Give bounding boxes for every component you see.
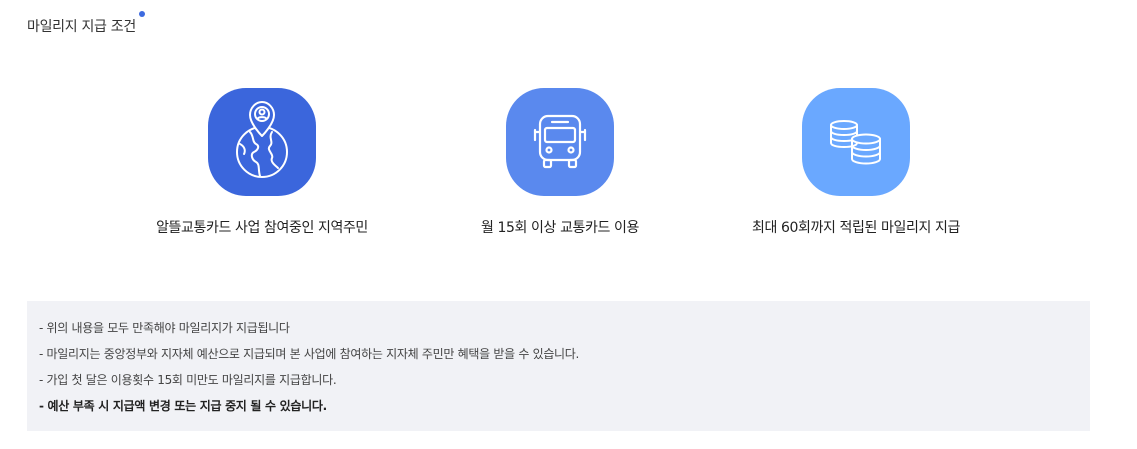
condition-item-mileage: 최대 60회까지 적립된 마일리지 지급 — [706, 88, 1006, 238]
notice-item: - 가입 첫 달은 이용횟수 15회 미만도 마일리지를 지급합니다. — [39, 373, 337, 387]
title-dot — [139, 11, 145, 17]
condition-item-usage: 월 15회 이상 교통카드 이용 — [410, 88, 710, 238]
coins-icon — [830, 120, 881, 165]
notice-item-warning: - 예산 부족 시 지급액 변경 또는 지급 중지 될 수 있습니다. — [39, 399, 327, 413]
condition-item-resident: 알뜰교통카드 사업 참여중인 지역주민 — [112, 88, 412, 238]
notice-item: - 위의 내용을 모두 만족해야 마일리지가 지급됩니다 — [39, 321, 290, 335]
location-globe-icon — [236, 101, 288, 178]
section-title: 마일리지 지급 조건 — [27, 19, 136, 35]
condition-label-mileage: 최대 60회까지 적립된 마일리지 지급 — [752, 220, 960, 236]
bus-icon — [533, 114, 587, 169]
notice-list: - 위의 내용을 모두 만족해야 마일리지가 지급됩니다 - 마일리지는 중앙정… — [39, 319, 1090, 415]
notice-item: - 마일리지는 중앙정부와 지자체 예산으로 지급되며 본 사업에 참여하는 지… — [39, 347, 580, 361]
condition-label-usage: 월 15회 이상 교통카드 이용 — [480, 220, 639, 236]
icon-tile-resident — [208, 88, 316, 196]
icon-tile-mileage — [802, 88, 910, 196]
notice-box: - 위의 내용을 모두 만족해야 마일리지가 지급됩니다 - 마일리지는 중앙정… — [27, 301, 1090, 431]
icon-tile-usage — [506, 88, 614, 196]
condition-label-resident: 알뜰교통카드 사업 참여중인 지역주민 — [156, 220, 368, 236]
